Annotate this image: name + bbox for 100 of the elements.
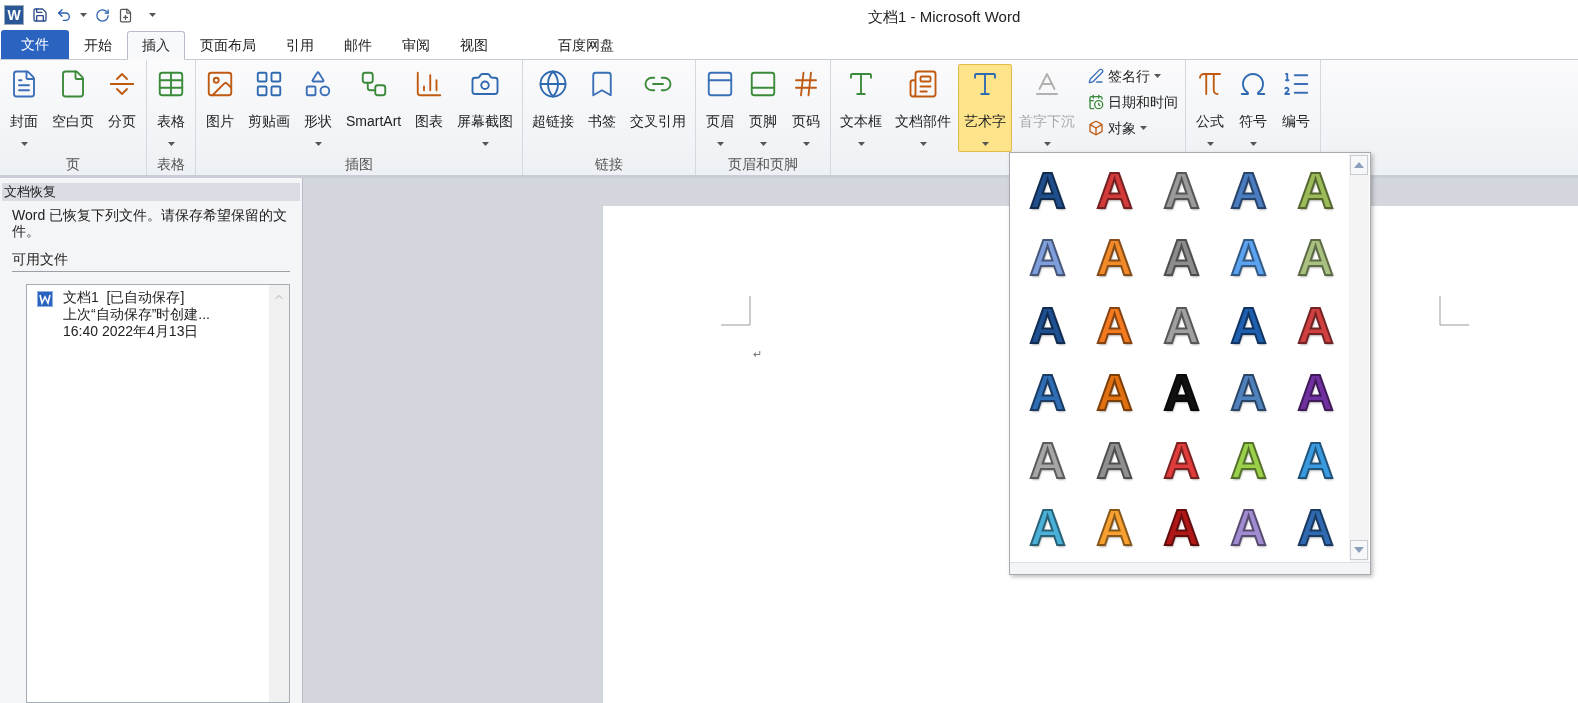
wordart-style-option[interactable]: A [1148,494,1215,562]
ribbon-button[interactable]: 艺术字 [958,64,1013,152]
ribbon-button[interactable]: 封面 [3,64,45,152]
ribbon-button[interactable]: 屏幕截图 [451,64,520,152]
group-label: 插图 [345,154,374,174]
ribbon-button[interactable]: 公式 [1189,64,1232,152]
file-time: 16:40 2022年4月13日 [63,323,200,340]
resize-grip[interactable] [1010,562,1370,574]
caret-icon [1249,142,1257,146]
document-icon [37,291,53,307]
ribbon-button[interactable]: SmartArt [340,64,408,152]
caret-icon [716,142,724,146]
wordart-style-option[interactable]: A [1282,292,1349,360]
paragraph-mark: ↵ [753,347,762,362]
ribbon-tab[interactable]: 邮件 [329,31,387,60]
document-parts-icon [908,69,939,99]
caret-icon [1206,142,1214,146]
caret-icon [80,13,87,17]
ribbon-button[interactable]: 书签 [581,64,624,152]
group-label: 表格 [157,154,185,174]
section-heading: 可用文件 [12,249,290,272]
caret-icon [481,142,489,146]
signature-icon [1088,68,1105,84]
wordart-style-option[interactable]: A [1014,292,1081,360]
ribbon-button[interactable]: 编号 [1275,64,1318,152]
caret-icon [981,142,989,146]
caret-icon [20,142,28,146]
clip-art-icon [254,69,284,99]
wordart-style-option[interactable]: A [1215,157,1282,225]
ribbon-button[interactable]: 表格 [150,64,192,152]
gallery-scrollbar[interactable] [1349,153,1369,562]
caret-icon [314,142,322,146]
caret-icon [1140,126,1148,130]
pane-title: 文档恢复 [2,183,300,201]
file-detail: 上次“自动保存”时创建... [63,306,210,323]
caret-icon [149,13,156,17]
ribbon-tab[interactable]: 插入 [127,31,185,60]
ribbon-button[interactable]: 图表 [408,64,451,152]
recovered-file-item[interactable]: 文档1 [已自动保存] 上次“自动保存”时创建... 16:40 2022年4月13日 [27,289,269,340]
ribbon-button[interactable]: 页码 [785,64,828,152]
ribbon-tab[interactable]: 页面布局 [185,31,271,60]
save-icon[interactable] [32,7,48,23]
wordart-style-option[interactable]: A [1282,359,1349,427]
window-title: 文档1 - Microsoft Word [868,7,1021,27]
ribbon-tab[interactable]: 视图 [445,31,503,60]
undo-icon[interactable] [56,7,72,23]
app-logo[interactable]: W [4,5,24,25]
ribbon-button[interactable]: 日期和时间 [1084,90,1183,114]
caret-icon [167,142,175,146]
ribbon-button[interactable]: 文档部件 [889,64,958,152]
file-name: 文档1 [已自动保存] [63,289,186,306]
ribbon-button[interactable]: 签名行 [1084,64,1183,88]
caret-icon [759,142,767,146]
file-tab[interactable]: 文件 [1,30,69,59]
down-triangle-icon [1354,547,1364,553]
ribbon-button[interactable]: 分页 [101,64,143,152]
wordart-style-option[interactable]: A [1148,427,1215,495]
redo-icon[interactable] [95,7,110,23]
ribbon-button[interactable]: 符号 [1232,64,1275,152]
calendar-icon [1088,94,1105,110]
group-label: 链接 [595,154,624,174]
object-icon [1088,120,1105,136]
scroll-up-button[interactable] [1350,155,1368,175]
new-document-icon[interactable] [118,7,133,23]
wordart-style-option[interactable]: A [1215,292,1282,360]
wordart-style-option[interactable]: A [1148,359,1215,427]
ribbon-button[interactable]: 对象 [1084,116,1183,140]
ribbon-tab[interactable]: 审阅 [387,31,445,60]
scroll-down-button[interactable] [1350,540,1368,560]
ribbon-button[interactable]: 页脚 [742,64,785,152]
caret-icon [857,142,865,146]
recovery-message: Word 已恢复下列文件。请保存希望保留的文件。 [12,207,289,239]
ribbon-tab[interactable]: 百度网盘 [543,31,629,60]
up-triangle-icon [1354,162,1364,168]
ribbon-button[interactable]: 形状 [297,64,339,152]
scrollbar[interactable] [269,285,289,702]
ribbon-tab[interactable]: 开始 [69,31,127,60]
wordart-style-option[interactable]: A [1014,359,1081,427]
caret-icon [919,142,927,146]
ribbon-tab[interactable]: 引用 [271,31,329,60]
margin-corner-icon [721,296,751,326]
ribbon-button[interactable]: 空白页 [46,64,100,152]
picture-icon [205,69,235,99]
wordart-style-option[interactable]: A [1215,359,1282,427]
ribbon-button[interactable]: 剪贴画 [242,64,296,152]
wordart-style-option[interactable]: A [1014,157,1081,225]
table-icon [156,69,186,99]
wordart-style-option[interactable]: A [1081,157,1148,225]
ribbon-button[interactable]: 页眉 [699,64,742,152]
ribbon-button[interactable]: 超链接 [526,64,581,152]
ribbon-button[interactable]: 文本框 [834,64,889,152]
wordart-style-option[interactable]: A [1282,494,1349,562]
margin-corner-icon [1439,296,1469,326]
caret-icon [802,142,810,146]
group-label: 页眉和页脚 [728,154,799,174]
caret-icon [1154,74,1162,78]
shapes-icon [303,69,333,99]
ribbon-button[interactable]: 图片 [199,64,241,152]
ribbon-button[interactable]: 交叉引用 [624,64,693,152]
caret-icon [1043,142,1051,146]
